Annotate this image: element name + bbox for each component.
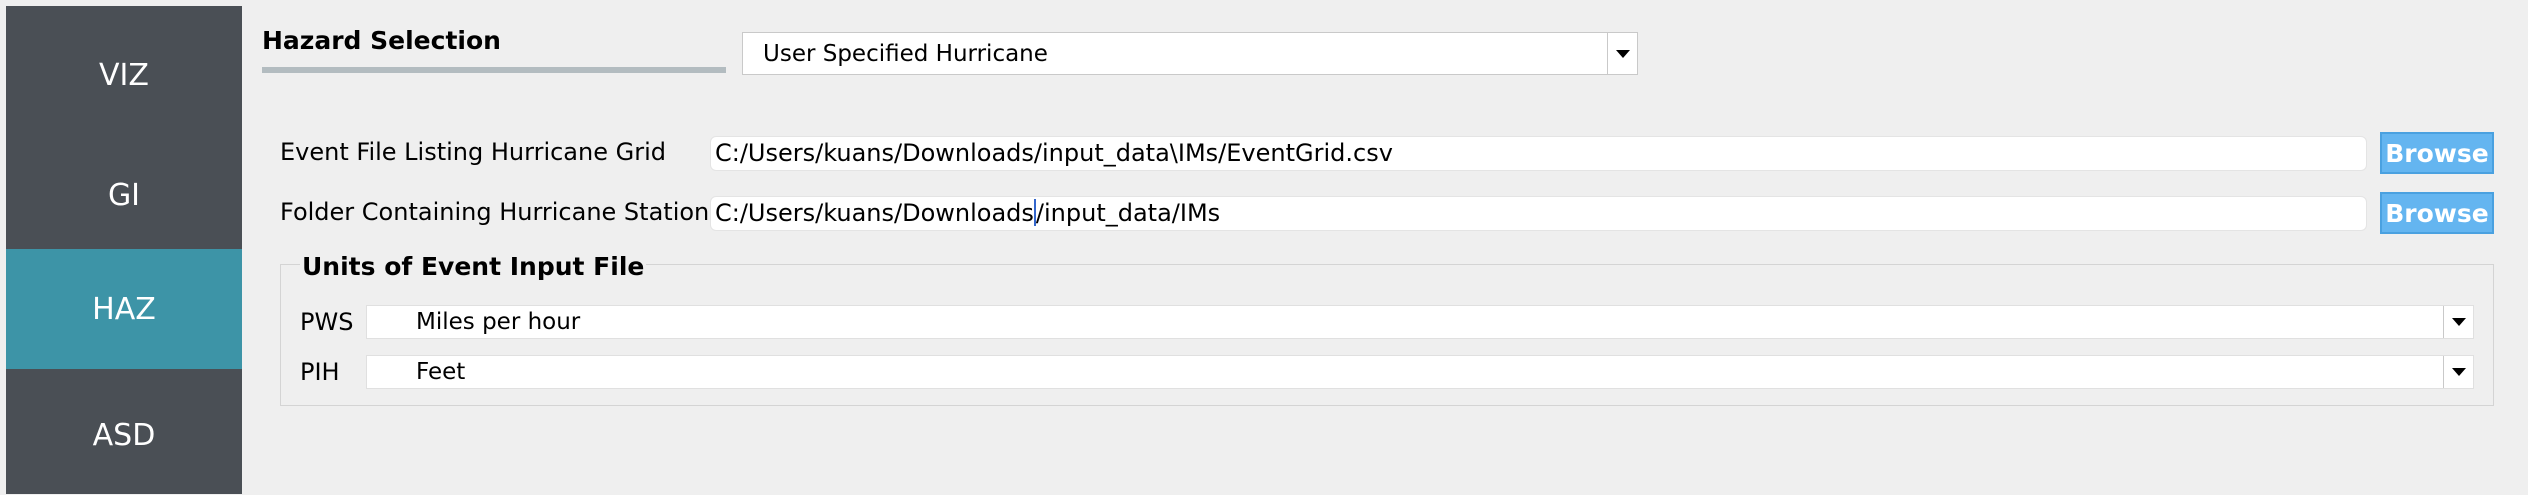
- hazard-selection-title: Hazard Selection: [262, 26, 501, 55]
- sidebar-item-viz[interactable]: VIZ: [6, 15, 242, 135]
- chevron-down-icon[interactable]: [1607, 33, 1637, 74]
- pws-unit-select[interactable]: Miles per hour: [366, 305, 2474, 339]
- pih-unit-value: Feet: [416, 359, 466, 385]
- pih-unit-select[interactable]: Feet: [366, 355, 2474, 389]
- pws-label: PWS: [300, 308, 354, 336]
- station-folder-browse-button[interactable]: Browse: [2380, 192, 2494, 234]
- station-folder-value-start: C:/Users/kuans/Downloads: [715, 199, 1034, 227]
- title-underline: [262, 67, 726, 73]
- units-group-title: Units of Event Input File: [300, 252, 647, 281]
- station-folder-label: Folder Containing Hurricane Stations: [280, 198, 722, 226]
- sidebar-item-gi[interactable]: GI: [6, 135, 242, 255]
- sidebar-item-asd[interactable]: ASD: [6, 375, 242, 495]
- station-folder-value-end: /input_data/IMs: [1035, 199, 1221, 227]
- event-file-browse-button[interactable]: Browse: [2380, 132, 2494, 174]
- station-folder-input[interactable]: C:/Users/kuans/Downloads/input_data/IMs: [710, 196, 2367, 231]
- event-file-label: Event File Listing Hurricane Grid: [280, 138, 666, 166]
- chevron-down-icon[interactable]: [2443, 356, 2473, 388]
- hazard-type-value: User Specified Hurricane: [763, 40, 1048, 67]
- event-file-input[interactable]: C:/Users/kuans/Downloads/input_data\IMs/…: [710, 136, 2367, 171]
- sidebar-item-haz[interactable]: HAZ: [6, 249, 242, 369]
- sidebar: VIZ GI HAZ ASD: [6, 6, 242, 494]
- hazard-type-select[interactable]: User Specified Hurricane: [742, 32, 1638, 75]
- pih-label: PIH: [300, 358, 340, 386]
- pws-unit-value: Miles per hour: [416, 309, 581, 335]
- chevron-down-icon[interactable]: [2443, 306, 2473, 338]
